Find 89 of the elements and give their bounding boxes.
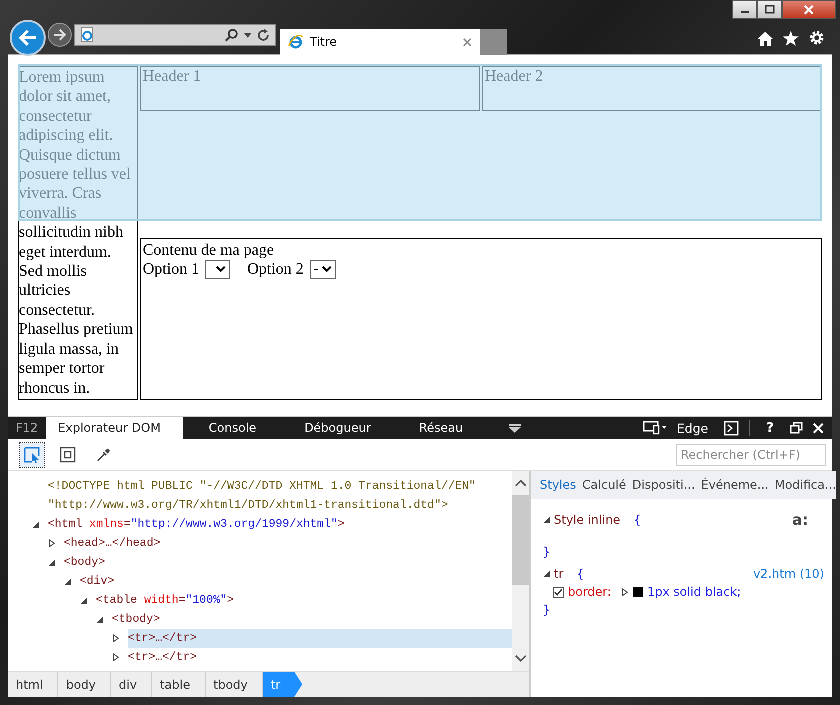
close-button[interactable]: [782, 0, 836, 19]
cursor-icon: [24, 446, 40, 462]
dom-node[interactable]: <head>…</head>: [64, 534, 165, 553]
property-value: 1px solid black;: [647, 584, 742, 601]
help-button[interactable]: ?: [766, 420, 774, 436]
monitor-icon[interactable]: [642, 421, 667, 435]
property-name: border:: [568, 584, 612, 601]
styles-tab[interactable]: Styles: [540, 478, 576, 492]
collapsed-triangle-icon[interactable]: [621, 588, 630, 596]
minimize-button[interactable]: [732, 0, 757, 19]
devtools-tab[interactable]: Console: [196, 417, 279, 439]
home-icon[interactable]: [758, 32, 773, 46]
collapsed-triangle-icon[interactable]: [48, 539, 56, 548]
option-label: Option 1: [143, 260, 200, 278]
breadcrumb-item[interactable]: body: [58, 672, 112, 697]
close-brace: }: [543, 603, 551, 617]
color-swatch[interactable]: [633, 587, 644, 597]
browser-logo-icon: [288, 34, 304, 50]
styles-tab[interactable]: Modifica...: [774, 478, 836, 492]
chevron-down-icon: [322, 266, 332, 273]
styles-tab[interactable]: Événeme...: [701, 478, 769, 492]
maximize-button[interactable]: [757, 0, 782, 19]
back-arrow-icon: [18, 29, 38, 47]
page-icon: [80, 27, 96, 43]
address-bar[interactable]: [74, 24, 276, 46]
breadcrumb-item[interactable]: div: [111, 672, 152, 697]
devtools-tab[interactable]: Réseau: [407, 417, 486, 439]
expanded-triangle-icon[interactable]: [32, 520, 40, 528]
open-brace: {: [576, 566, 584, 583]
format-button[interactable]: a:: [792, 511, 808, 529]
refresh-icon[interactable]: [257, 28, 270, 42]
expanded-triangle-icon[interactable]: [543, 516, 551, 524]
forward-arrow-icon: [53, 29, 67, 41]
scrollbar[interactable]: [512, 471, 529, 671]
expanded-triangle-icon[interactable]: [64, 578, 72, 586]
content-title: Contenu de ma page: [143, 242, 274, 260]
back-button[interactable]: [10, 20, 46, 56]
scroll-down-icon[interactable]: [514, 655, 526, 663]
header-cell: Header 2: [482, 66, 822, 111]
eyedropper-icon: [97, 448, 111, 462]
breadcrumb-item[interactable]: html: [8, 672, 58, 697]
dom-node[interactable]: <html xmlns="http://www.w3.org/1999/xhtml">: [48, 515, 349, 534]
source-link[interactable]: v2.htm (10): [753, 565, 824, 583]
breadcrumb-item[interactable]: table: [152, 672, 206, 697]
checkbox[interactable]: [553, 586, 564, 598]
settings-icon[interactable]: [809, 30, 825, 46]
more-tabs-icon[interactable]: [509, 424, 522, 432]
dom-node[interactable]: <div>: [80, 572, 119, 591]
collapsed-triangle-icon[interactable]: [112, 634, 120, 643]
dom-node[interactable]: <table width="100%">: [96, 591, 238, 610]
console-icon[interactable]: [724, 420, 740, 436]
dropdown[interactable]: [205, 260, 230, 279]
rule-selector: tr: [554, 566, 564, 583]
rule-selector: Style inline: [554, 512, 621, 529]
open-brace: {: [634, 512, 642, 529]
scroll-up-icon[interactable]: [514, 479, 526, 487]
devtools-tab[interactable]: Explorateur DOM: [46, 417, 183, 439]
option-label: Option 2: [247, 260, 304, 278]
devtools-tab[interactable]: Débogueur: [292, 417, 394, 439]
square-icon: [60, 446, 76, 462]
browser-tab[interactable]: Titre: [280, 29, 480, 55]
dom-node[interactable]: <tr>…</tr>: [128, 648, 202, 667]
expanded-triangle-icon[interactable]: [48, 558, 56, 566]
close-icon: [803, 4, 815, 14]
header-cell: Header 1: [140, 66, 480, 111]
maximize-icon: [764, 5, 774, 14]
collapsed-triangle-icon[interactable]: [112, 653, 120, 662]
undock-icon[interactable]: [790, 422, 803, 434]
search-field[interactable]: Rechercher (Ctrl+F): [676, 444, 826, 466]
forward-button[interactable]: [48, 23, 72, 47]
styles-tab[interactable]: Calculé: [582, 478, 626, 492]
emulation-label[interactable]: Edge: [676, 420, 708, 436]
expanded-triangle-icon[interactable]: [543, 570, 551, 578]
chevron-down-icon: [216, 266, 226, 273]
caret-icon[interactable]: [244, 32, 252, 38]
dom-node[interactable]: <body>: [64, 553, 110, 572]
dom-node[interactable]: <tbody>: [112, 610, 164, 629]
select-element-button[interactable]: [20, 442, 44, 466]
styles-tab[interactable]: Dispositi...: [632, 478, 696, 492]
expanded-triangle-icon[interactable]: [80, 596, 88, 604]
dom-node[interactable]: <tr>…</tr>: [128, 629, 512, 648]
expanded-triangle-icon[interactable]: [96, 616, 104, 624]
f12-label: F12: [15, 421, 40, 435]
star-icon[interactable]: [783, 31, 799, 46]
dropdown[interactable]: -: [310, 260, 336, 279]
close-brace: }: [543, 545, 551, 559]
table-cell: Lorem ipsum dolor sit amet, consectetur adipiscing elit. Quisque dictum posuere tellus vel viverra. Cras convallis sollicitudin nibh eget interdum. Sed mollis ultricies consectetur. Phasellus pretium ligula massa, in semper tortor rhoncus in.: [18, 66, 138, 400]
search-icon[interactable]: [225, 28, 239, 42]
doctype-line[interactable]: <!DOCTYPE html PUBLIC "-//W3C//DTD XHTML 1.0 Transitional//EN" "http://www.w3.org/TR/xhtml1/DTD/xhtml1-transitional.dtd">: [48, 477, 512, 515]
